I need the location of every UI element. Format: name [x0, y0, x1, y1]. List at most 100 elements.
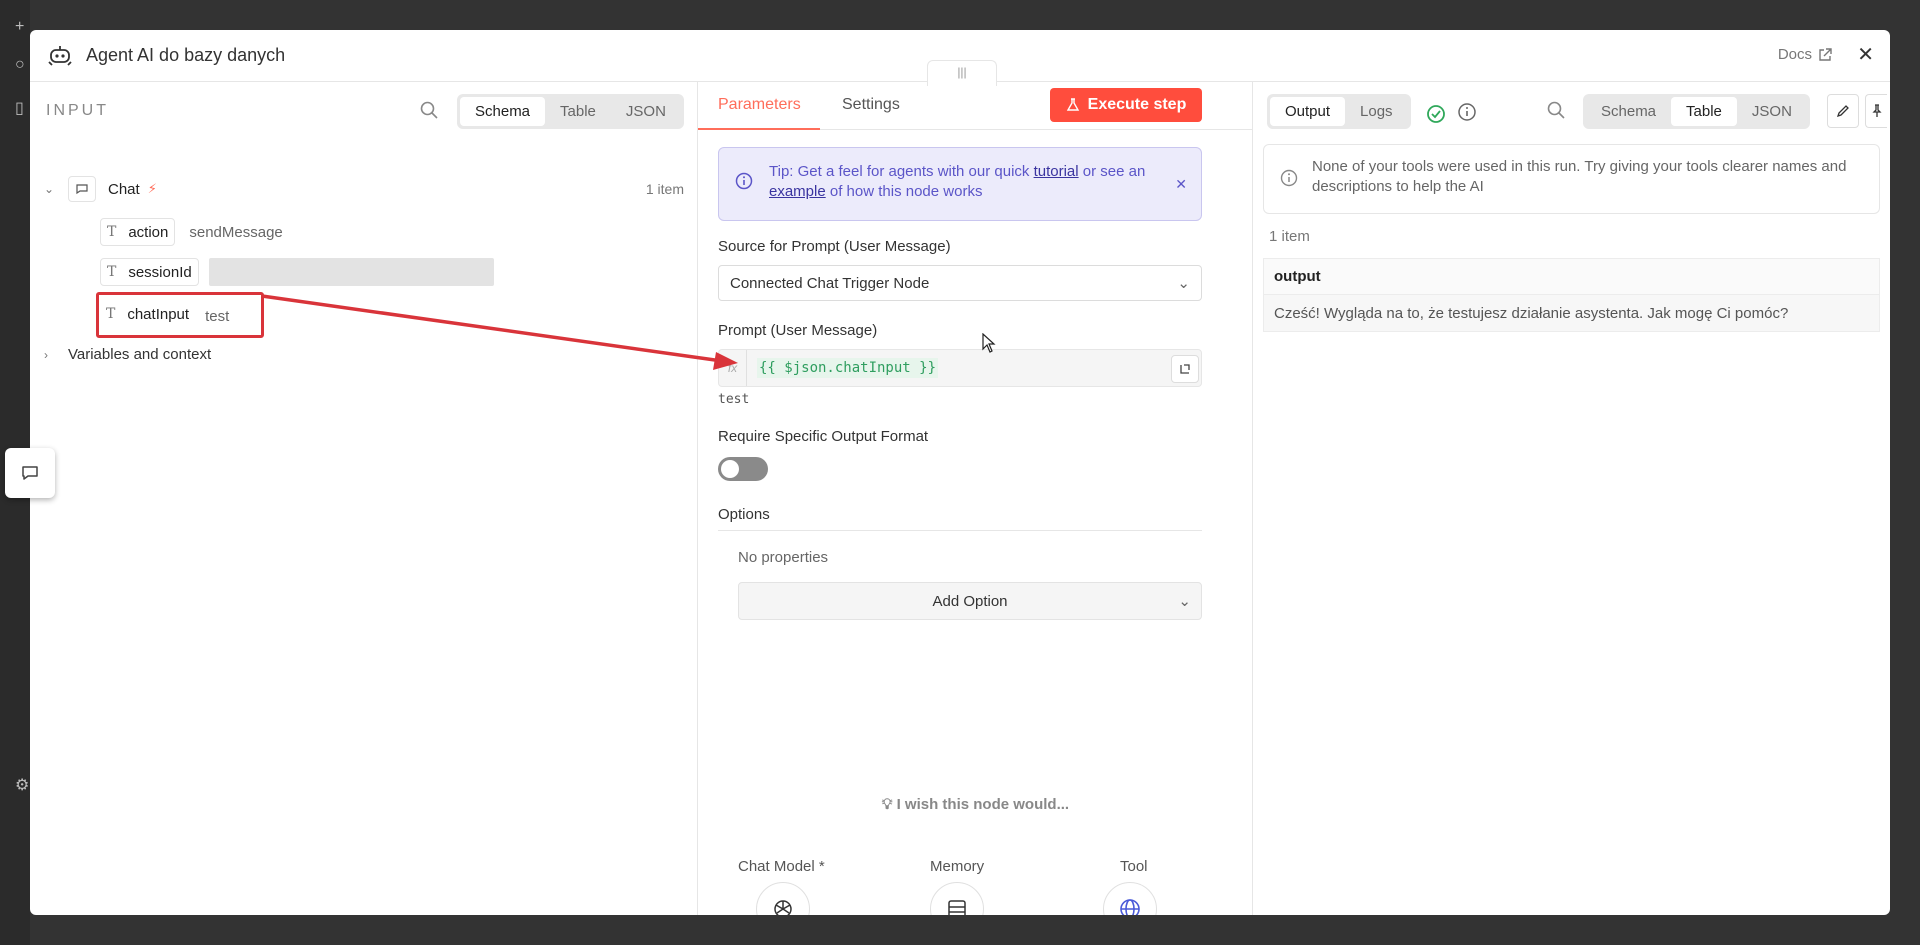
tool-button[interactable] — [1103, 882, 1157, 915]
field-pill[interactable]: Taction — [100, 218, 176, 246]
expression-fx-icon: fx — [719, 350, 747, 386]
field-key: action — [128, 223, 169, 241]
wish-label: I wish this node would... — [896, 796, 1070, 813]
output-mode-output[interactable]: Output — [1270, 97, 1346, 126]
output-view-schema[interactable]: Schema — [1586, 97, 1671, 126]
tip-callout: Tip: Get a feel for agents with our quic… — [718, 147, 1202, 221]
source-value: Connected Chat Trigger Node — [730, 274, 930, 292]
flask-icon — [1066, 98, 1079, 111]
variables-label: Variables and context — [68, 346, 212, 363]
field-row[interactable]: TsessionId — [100, 258, 494, 286]
search-icon[interactable] — [1546, 100, 1566, 120]
docs-link[interactable]: Docs — [1778, 46, 1832, 63]
chevron-down-icon: ⌄ — [1178, 593, 1191, 610]
lightbulb-icon: 💡︎ — [881, 796, 893, 813]
field-value: sendMessage — [189, 223, 283, 241]
robot-icon — [48, 45, 72, 66]
feedback-link[interactable]: 💡︎ I wish this node would... — [698, 796, 1253, 813]
example-link[interactable]: example — [769, 183, 826, 200]
tab-settings[interactable]: Settings — [842, 96, 900, 114]
input-view-table[interactable]: Table — [545, 97, 611, 126]
info-icon — [735, 172, 753, 190]
options-label: Options — [718, 506, 770, 523]
tab-parameters[interactable]: Parameters — [718, 96, 801, 114]
input-panel-title: INPUT — [46, 102, 109, 119]
input-view-schema[interactable]: Schema — [460, 97, 546, 126]
source-select[interactable]: Connected Chat Trigger Node ⌄ — [718, 265, 1202, 301]
globe-icon — [1120, 899, 1140, 915]
output-item-count: 1 item — [1269, 228, 1310, 245]
pin-icon — [1871, 104, 1882, 117]
chevron-down-icon[interactable]: ⌄ — [44, 182, 68, 196]
chevron-right-icon[interactable]: › — [44, 348, 68, 362]
open-editor-icon — [1180, 364, 1190, 374]
external-link-icon — [1819, 47, 1832, 61]
field-key: sessionId — [128, 263, 192, 281]
field-pill[interactable]: TsessionId — [100, 258, 199, 286]
trigger-bolt-icon: ⚡ — [147, 181, 157, 196]
prompt-expression: {{ $json.chatInput }} — [757, 358, 939, 378]
add-option-button[interactable]: Add Option ⌄ — [738, 582, 1202, 620]
prompt-preview: test — [718, 392, 750, 407]
highlight-annotation — [96, 292, 264, 338]
prompt-label: Prompt (User Message) — [718, 322, 878, 339]
chat-model-label: Chat Model * — [738, 858, 825, 875]
redacted-value — [208, 258, 494, 286]
table-cell[interactable]: Cześć! Wygląda na to, że testujesz dział… — [1264, 295, 1879, 331]
pencil-icon — [1836, 105, 1849, 118]
openai-icon — [774, 900, 792, 915]
mouse-cursor-icon — [982, 333, 996, 353]
close-icon[interactable]: ✕ — [1175, 174, 1187, 194]
tool-label: Tool — [1120, 858, 1148, 875]
tools-notice: None of your tools were used in this run… — [1263, 144, 1880, 214]
database-icon — [948, 900, 966, 915]
parameters-panel: Parameters Settings Execute step Tip: Ge… — [698, 82, 1253, 915]
input-view-json[interactable]: JSON — [611, 97, 681, 126]
output-mode-logs[interactable]: Logs — [1345, 97, 1408, 126]
require-format-toggle[interactable] — [718, 457, 768, 481]
memory-label: Memory — [930, 858, 985, 875]
field-row[interactable]: Taction sendMessage — [100, 218, 283, 246]
output-panel: Output Logs Schema Table JSON None of yo… — [1253, 82, 1890, 915]
chat-toggle-button[interactable] — [5, 448, 55, 498]
panel-drag-handle[interactable]: ||| — [927, 60, 997, 86]
text-type-icon: T — [107, 224, 117, 240]
prompt-expression-input[interactable]: fx {{ $json.chatInput }} — [718, 349, 1202, 387]
edit-output-button[interactable] — [1827, 94, 1859, 128]
execute-step-button[interactable]: Execute step — [1050, 88, 1202, 122]
info-icon — [1280, 169, 1298, 187]
require-format-label: Require Specific Output Format — [718, 428, 929, 445]
chat-model-button[interactable] — [756, 882, 810, 915]
info-icon[interactable] — [1457, 102, 1477, 122]
docs-label: Docs — [1777, 46, 1812, 63]
search-icon[interactable] — [419, 100, 439, 120]
item-count: 1 item — [645, 181, 684, 197]
add-option-label: Add Option — [932, 592, 1008, 610]
memory-button[interactable] — [930, 882, 984, 915]
tip-text-middle: or see an — [1078, 163, 1146, 180]
no-properties-text: No properties — [738, 549, 829, 566]
source-label: Source for Prompt (User Message) — [718, 238, 951, 255]
output-table: output Cześć! Wygląda na to, że testujes… — [1263, 258, 1880, 332]
close-icon[interactable]: ✕ — [1857, 42, 1874, 67]
chevron-down-icon: ⌄ — [1177, 275, 1190, 292]
node-name: Chat — [108, 180, 140, 198]
chat-bubble-icon — [76, 184, 88, 195]
pin-data-button[interactable] — [1865, 94, 1887, 128]
text-type-icon: T — [107, 264, 117, 280]
tutorial-link[interactable]: tutorial — [1034, 163, 1079, 180]
active-tab-underline — [698, 128, 820, 130]
input-panel: INPUT Schema Table JSON ⌄ Chat ⚡ 1 item … — [30, 82, 698, 915]
tree-node-chat[interactable]: ⌄ Chat ⚡ 1 item — [44, 176, 684, 202]
options-divider — [718, 530, 1202, 531]
output-view-json[interactable]: JSON — [1737, 97, 1807, 126]
output-view-table[interactable]: Table — [1671, 97, 1737, 126]
tip-text-suffix: of how this node works — [825, 183, 983, 200]
table-header: output — [1264, 259, 1879, 295]
chat-bubble-icon — [22, 466, 38, 480]
input-view-switcher: Schema Table JSON — [457, 94, 684, 129]
params-tabs: Parameters Settings Execute step — [698, 82, 1253, 130]
variables-context-row[interactable]: › Variables and context — [44, 346, 211, 363]
expand-editor-button[interactable] — [1171, 355, 1199, 383]
chat-node-icon — [68, 176, 96, 202]
